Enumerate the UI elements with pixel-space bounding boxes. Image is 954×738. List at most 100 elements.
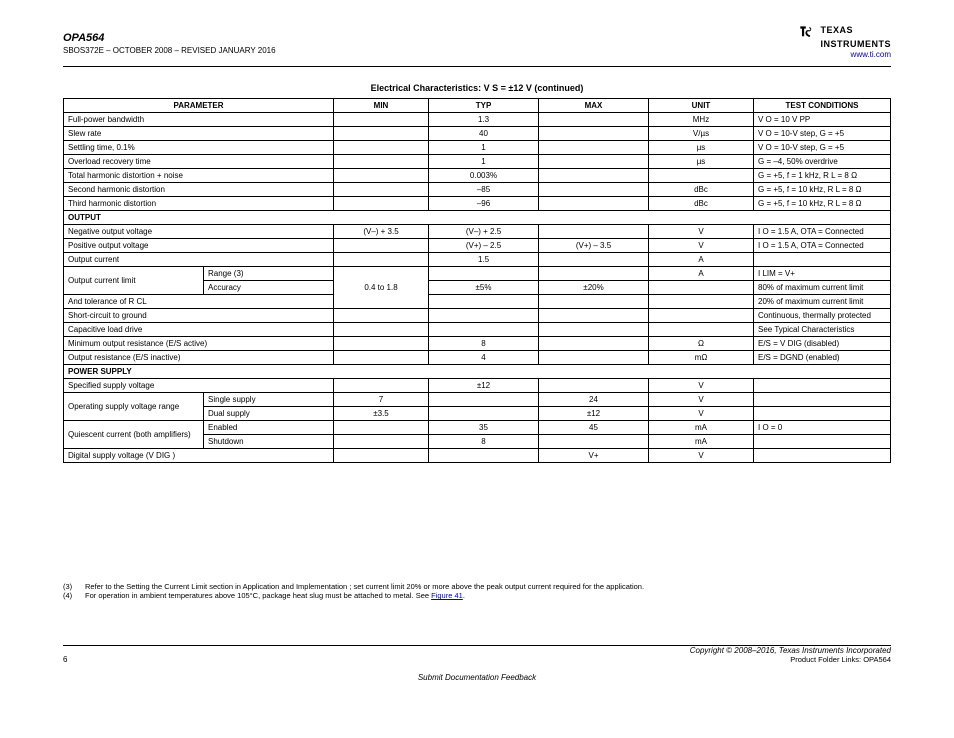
- footer-center[interactable]: Submit Documentation Feedback: [0, 673, 954, 682]
- cell-param: Short-circuit to ground: [64, 309, 334, 323]
- cell-typ: (V+) – 2.5: [429, 239, 539, 253]
- col-test: TEST CONDITIONS: [754, 99, 891, 113]
- cell-test: [754, 393, 891, 407]
- cell-subparam: Dual supply: [204, 407, 334, 421]
- revision-line: SBOS372E – OCTOBER 2008 – REVISED JANUAR…: [63, 46, 276, 55]
- cell-subparam: Accuracy: [204, 281, 334, 295]
- cell-unit: V/µs: [649, 127, 754, 141]
- cell-test: [754, 435, 891, 449]
- cell-max: ±12: [539, 407, 649, 421]
- cell-typ: –96: [429, 197, 539, 211]
- cell-max: [539, 141, 649, 155]
- footnote-text: For operation in ambient temperatures ab…: [85, 591, 465, 600]
- cell-param: Capacitive load drive: [64, 323, 334, 337]
- table-row: Settling time, 0.1% 1 µs V O = 10-V step…: [64, 141, 891, 155]
- cell-typ: 1: [429, 155, 539, 169]
- cell-unit: dBc: [649, 197, 754, 211]
- table-row: Short-circuit to ground Continuous, ther…: [64, 309, 891, 323]
- figure-link[interactable]: Figure 41: [431, 591, 463, 600]
- table-row: Output resistance (E/S inactive) 4 mΩ E/…: [64, 351, 891, 365]
- cell-param: Positive output voltage: [64, 239, 334, 253]
- cell-typ: –85: [429, 183, 539, 197]
- cell-min: [334, 127, 429, 141]
- cell-min: [334, 113, 429, 127]
- table-row: Slew rate 40 V/µs V O = 10-V step, G = +…: [64, 127, 891, 141]
- cell-test: E/S = DGND (enabled): [754, 351, 891, 365]
- footnote-text-a: For operation in ambient temperatures ab…: [85, 591, 431, 600]
- cell-max: [539, 253, 649, 267]
- spec-table: PARAMETER MIN TYP MAX UNIT TEST CONDITIO…: [63, 98, 891, 463]
- col-typ: TYP: [429, 99, 539, 113]
- cell-max: [539, 113, 649, 127]
- table-row: Overload recovery time 1 µs G = –4, 50% …: [64, 155, 891, 169]
- cell-test: [754, 449, 891, 463]
- cell-min: [334, 337, 429, 351]
- ti-logo: TEXAS INSTRUMENTS: [797, 22, 892, 51]
- cell-unit: V: [649, 225, 754, 239]
- cell-max: [539, 309, 649, 323]
- cell-unit: mA: [649, 421, 754, 435]
- col-parameter: PARAMETER: [64, 99, 334, 113]
- cell-max: [539, 127, 649, 141]
- cell-test: [754, 379, 891, 393]
- cell-unit: [649, 169, 754, 183]
- cell-typ: 8: [429, 435, 539, 449]
- cell-min: [334, 141, 429, 155]
- cell-min: [334, 239, 429, 253]
- cell-min: [334, 421, 429, 435]
- cell-unit: dBc: [649, 183, 754, 197]
- cell-min: (V–) + 3.5: [334, 225, 429, 239]
- cell-unit: V: [649, 379, 754, 393]
- cell-param: And tolerance of R CL: [64, 295, 334, 309]
- table-row: Output current 1.5 A: [64, 253, 891, 267]
- section-output: OUTPUT: [64, 211, 891, 225]
- cell-test: G = +5, f = 10 kHz, R L = 8 Ω: [754, 183, 891, 197]
- cell-typ: [429, 309, 539, 323]
- cell-test: G = +5, f = 10 kHz, R L = 8 Ω: [754, 197, 891, 211]
- footnote-text-b: .: [463, 591, 465, 600]
- table-row: Capacitive load drive See Typical Charac…: [64, 323, 891, 337]
- cell-typ: 1: [429, 141, 539, 155]
- header-url[interactable]: www.ti.com: [851, 50, 891, 59]
- cell-param: Full-power bandwidth: [64, 113, 334, 127]
- cell-test: G = –4, 50% overdrive: [754, 155, 891, 169]
- cell-param: Minimum output resistance (E/S active): [64, 337, 334, 351]
- cell-min: [334, 197, 429, 211]
- cell-unit: V: [649, 407, 754, 421]
- cell-unit: [649, 281, 754, 295]
- cell-max: [539, 379, 649, 393]
- cell-unit: [649, 309, 754, 323]
- cell-test: Continuous, thermally protected: [754, 309, 891, 323]
- cell-min: 0.4 to 1.8: [334, 267, 429, 309]
- table-caption: Electrical Characteristics: V S = ±12 V …: [0, 83, 954, 93]
- cell-typ: 40: [429, 127, 539, 141]
- table-row: And tolerance of R CL 20% of maximum cur…: [64, 295, 891, 309]
- table-row: Full-power bandwidth 1.3 MHz V O = 10 V …: [64, 113, 891, 127]
- cell-typ: 0.003%: [429, 169, 539, 183]
- brand-top: TEXAS: [821, 25, 854, 35]
- cell-typ: [429, 449, 539, 463]
- cell-max: V+: [539, 449, 649, 463]
- cell-max: [539, 169, 649, 183]
- cell-min: [334, 155, 429, 169]
- cell-unit: [649, 295, 754, 309]
- section-power: POWER SUPPLY: [64, 365, 891, 379]
- cell-typ: ±5%: [429, 281, 539, 295]
- section-label: OUTPUT: [64, 211, 891, 225]
- cell-max: [539, 295, 649, 309]
- cell-typ: ±12: [429, 379, 539, 393]
- footnote-4: (4) For operation in ambient temperature…: [63, 591, 891, 600]
- product-links: Product Folder Links: OPA564: [790, 655, 891, 664]
- cell-min: [334, 323, 429, 337]
- cell-param: Negative output voltage: [64, 225, 334, 239]
- header-row: PARAMETER MIN TYP MAX UNIT TEST CONDITIO…: [64, 99, 891, 113]
- cell-unit: µs: [649, 141, 754, 155]
- header-rule: [63, 66, 891, 67]
- cell-unit: MHz: [649, 113, 754, 127]
- cell-typ: 35: [429, 421, 539, 435]
- page-number: 6: [63, 655, 67, 664]
- cell-min: [334, 449, 429, 463]
- cell-typ: [429, 295, 539, 309]
- footer-right: Copyright © 2008–2016, Texas Instruments…: [690, 646, 891, 664]
- footnote-num: (3): [63, 582, 85, 591]
